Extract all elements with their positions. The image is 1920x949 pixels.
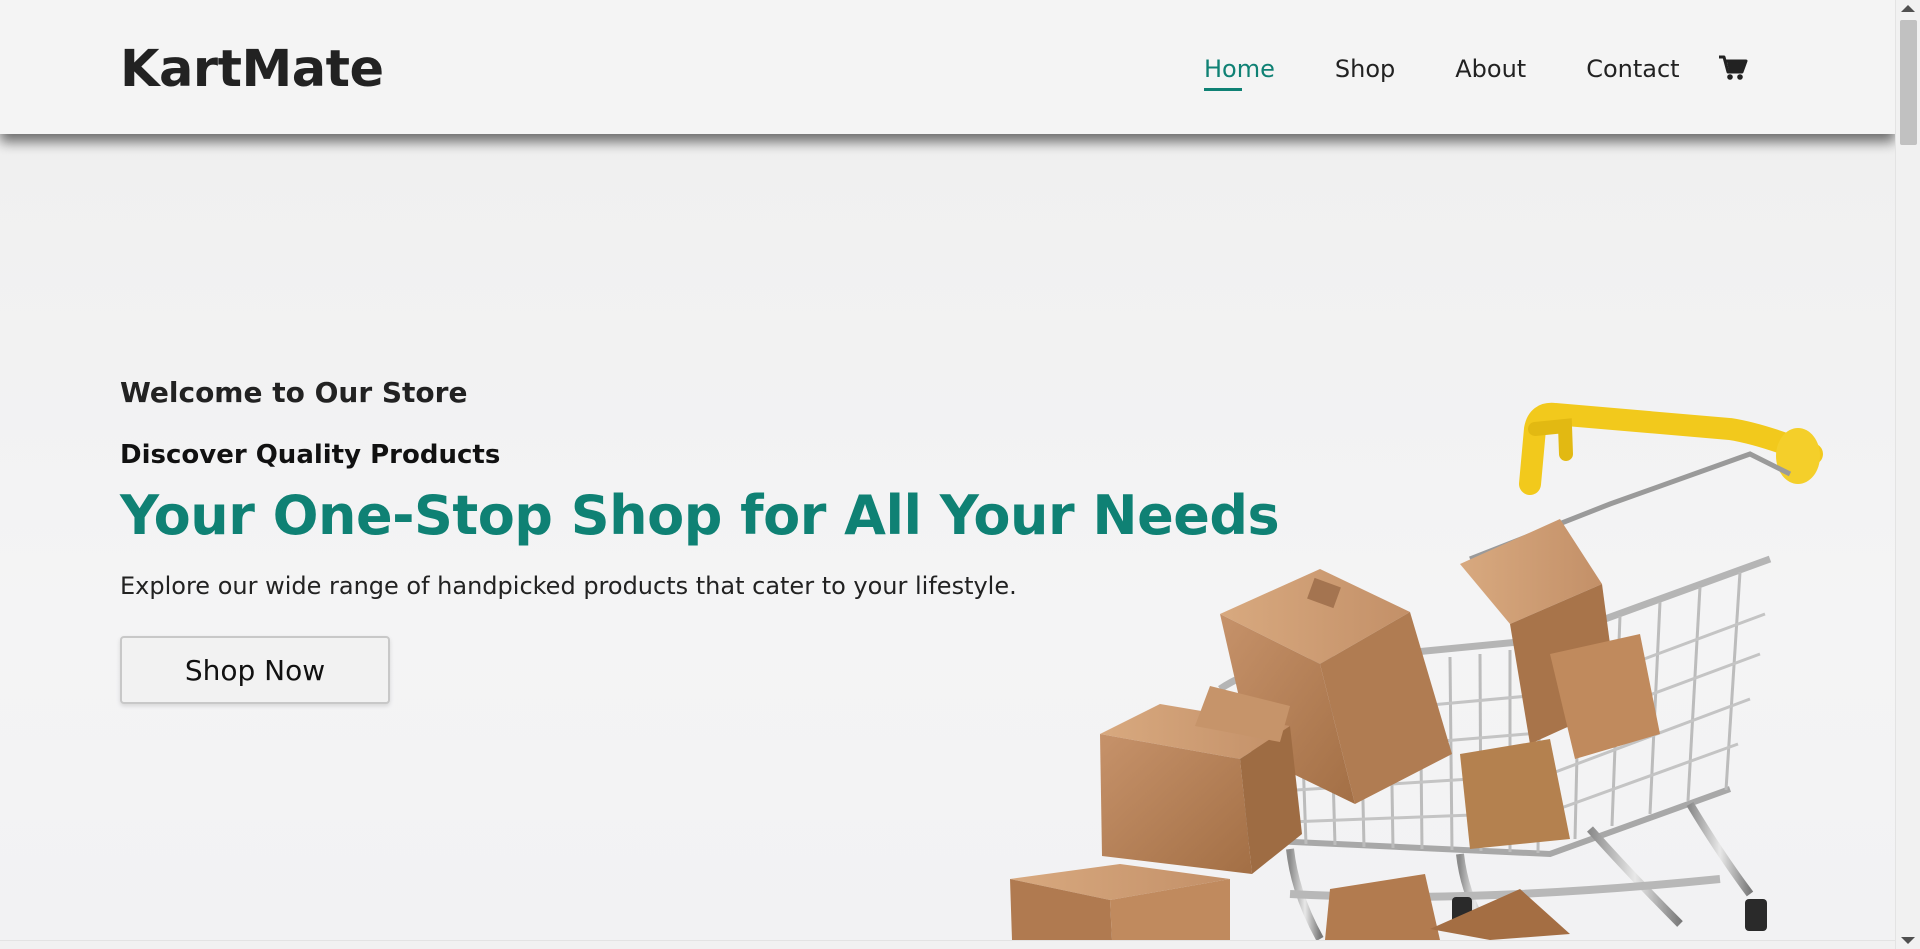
site-header: KartMate Home Shop About Contact [0,0,1895,134]
nav-contact[interactable]: Contact [1586,52,1679,86]
vertical-scrollbar[interactable] [1895,0,1920,949]
page: KartMate Home Shop About Contact Welcome… [0,0,1920,949]
shopping-cart-icon[interactable] [1718,54,1748,82]
hero-description: Explore our wide range of handpicked pro… [120,572,1017,600]
welcome-heading: Welcome to Our Store [120,376,468,409]
hero-section: Welcome to Our Store Discover Quality Pr… [0,134,1895,941]
shop-now-button[interactable]: Shop Now [120,636,390,704]
shopping-cart-with-boxes-image [990,334,1870,941]
scroll-up-icon[interactable] [1901,5,1915,12]
nav-home[interactable]: Home [1204,52,1275,91]
hero-subtitle: Discover Quality Products [120,440,501,470]
logo[interactable]: KartMate [120,38,384,102]
scrollbar-thumb[interactable] [1900,20,1917,145]
horizontal-scrollbar[interactable] [0,940,1895,949]
scroll-down-icon[interactable] [1901,937,1915,944]
nav-about[interactable]: About [1455,52,1526,86]
main-nav: Home Shop About Contact [1204,52,1740,91]
nav-shop[interactable]: Shop [1335,52,1395,86]
